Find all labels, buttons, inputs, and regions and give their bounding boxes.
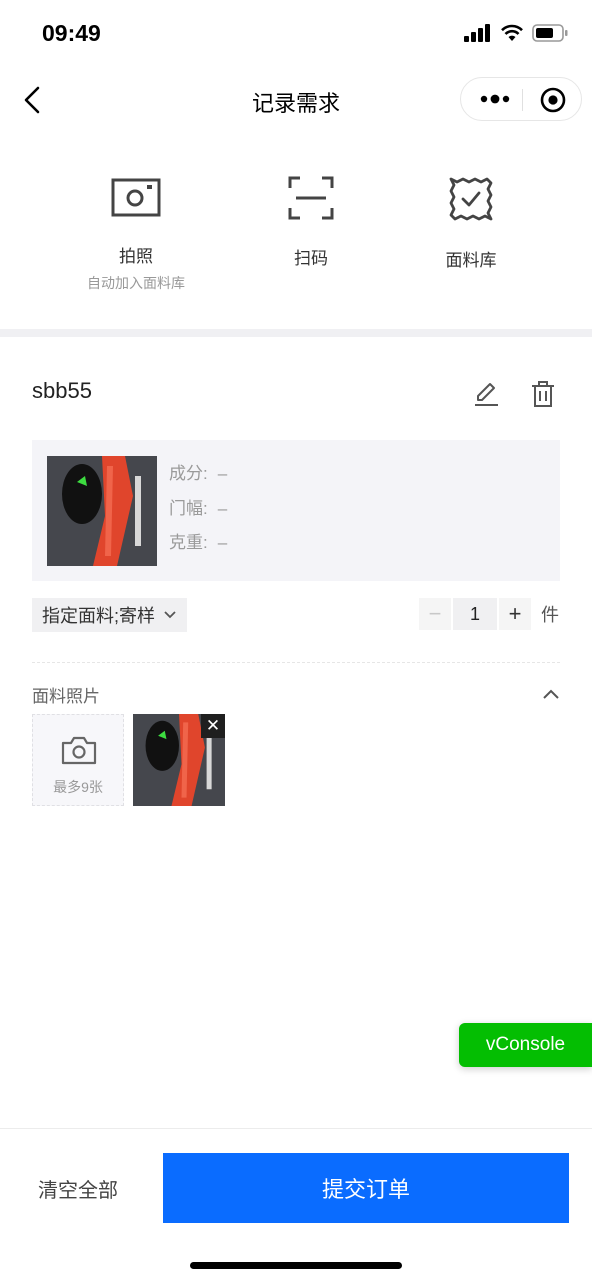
dashed-divider [32, 662, 560, 663]
item-name: sbb55 [32, 378, 92, 403]
fabric-library-icon [449, 177, 493, 221]
spec-width: 门幅: – [169, 494, 227, 519]
submit-order-button[interactable]: 提交订单 [163, 1153, 569, 1223]
action-photo-sub: 自动加入面料库 [87, 275, 185, 291]
edit-icon[interactable] [472, 380, 500, 408]
chevron-up-icon[interactable] [540, 684, 562, 704]
quantity-value[interactable]: 1 [453, 598, 497, 630]
photo-item[interactable]: ✕ [133, 714, 225, 806]
action-fabric-library[interactable]: 面料库 [396, 176, 546, 271]
fabric-photos-label: 面料照片 [32, 687, 100, 706]
section-divider [0, 329, 592, 337]
spec-weight-value: – [217, 533, 228, 552]
action-photo-label: 拍照 [119, 247, 153, 266]
action-scan[interactable]: 扫码 [236, 176, 386, 269]
home-indicator [190, 1262, 402, 1269]
decrease-button[interactable]: − [419, 598, 451, 630]
quantity-stepper: − 1 + 件 [419, 598, 559, 630]
fabric-info-panel: 成分: – 门幅: – 克重: – [32, 440, 560, 581]
capsule-divider [522, 89, 523, 111]
status-icons [464, 24, 568, 42]
camera-icon [111, 178, 161, 217]
quantity-unit: 件 [541, 605, 559, 625]
add-photo-button[interactable]: 最多9张 [32, 714, 124, 806]
spec-weight-label: 克重: [169, 533, 208, 552]
vconsole-button[interactable]: vConsole [459, 1023, 592, 1067]
spec-width-value: – [217, 499, 228, 518]
fabric-thumbnail[interactable] [47, 456, 157, 566]
spec-weight: 克重: – [169, 528, 227, 553]
spec-composition: 成分: – [169, 459, 227, 484]
spec-width-label: 门幅: [169, 499, 208, 518]
upload-hint: 最多9张 [53, 779, 103, 795]
action-fabric-library-label: 面料库 [445, 251, 497, 270]
close-miniprogram-icon[interactable] [539, 86, 567, 114]
camera-icon [61, 736, 97, 765]
action-scan-label: 扫码 [294, 249, 328, 268]
battery-icon [532, 24, 568, 42]
requirement-type-dropdown[interactable]: 指定面料;寄样 [32, 598, 188, 632]
remove-photo-button[interactable]: ✕ [201, 714, 225, 738]
mini-program-capsule [460, 77, 582, 121]
status-time: 09:49 [42, 20, 101, 46]
fabric-photo-image [47, 456, 157, 566]
increase-button[interactable]: + [499, 598, 531, 630]
chevron-down-icon [164, 611, 176, 619]
spec-composition-label: 成分: [169, 464, 208, 483]
clear-all-button[interactable]: 清空全部 [38, 1174, 118, 1203]
action-photo[interactable]: 拍照 自动加入面料库 [61, 176, 211, 293]
signal-icon [464, 24, 490, 42]
more-icon[interactable] [475, 86, 515, 112]
footer-divider [0, 1128, 592, 1129]
spec-composition-value: – [217, 464, 228, 483]
scan-icon [288, 176, 334, 220]
delete-icon[interactable] [530, 380, 556, 408]
requirement-type-label: 指定面料;寄样 [42, 606, 156, 626]
wifi-icon [501, 24, 523, 41]
